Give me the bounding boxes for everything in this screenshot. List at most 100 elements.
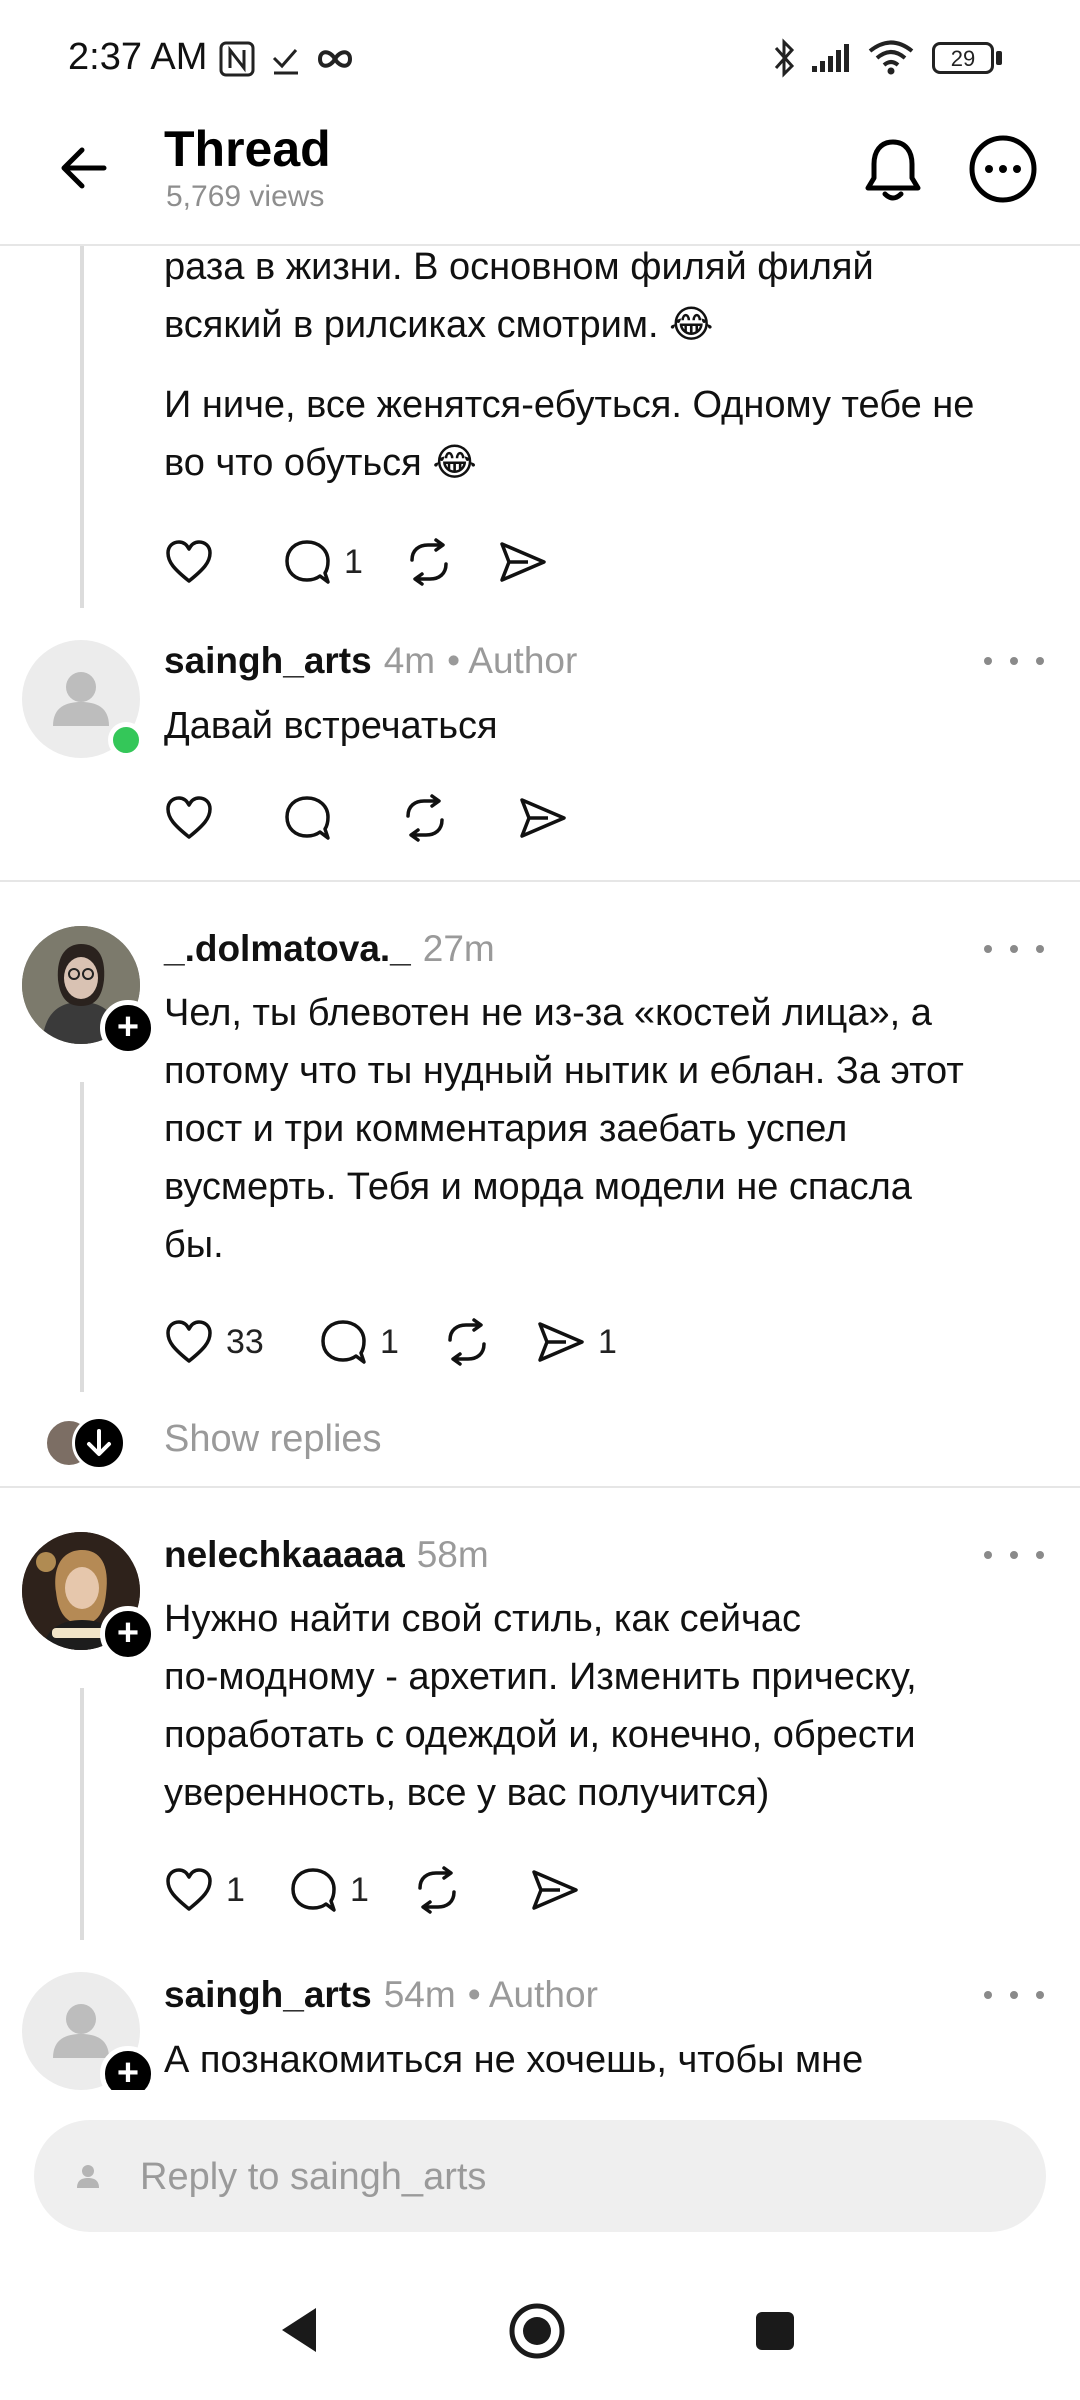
post-text-line: поработать с одеждой и, конечно, обрести — [164, 1714, 916, 1756]
comment-count: 1 — [350, 1870, 369, 1909]
status-bar: 2:37 AM 29 — [0, 0, 1080, 120]
post-more-button[interactable] — [984, 1540, 1044, 1570]
like-count: 33 — [226, 1322, 264, 1361]
post-divider — [0, 880, 1080, 882]
username[interactable]: saingh_arts — [164, 640, 372, 681]
author-tag: • Author — [447, 640, 578, 681]
username[interactable]: nelechkaaaaa — [164, 1534, 405, 1575]
thread-line — [80, 1688, 84, 1940]
check-icon — [272, 49, 298, 75]
nfc-icon — [219, 41, 255, 77]
like-icon[interactable] — [164, 1319, 214, 1365]
post-text-2: И ниче, все женятся-ебуться. Одному тебе… — [164, 376, 974, 492]
battery-level: 29 — [950, 46, 976, 71]
post-text: Давай встречаться — [164, 697, 498, 755]
post-text-line: вусмерть. Тебя и морда модели не спасла — [164, 1166, 912, 1208]
like-icon[interactable] — [164, 795, 214, 841]
post-time: 58m — [416, 1534, 489, 1575]
repost-icon[interactable] — [412, 1866, 462, 1914]
comment-icon[interactable] — [318, 1318, 368, 1366]
post-text-line: уверенность, все у вас получится) — [164, 1772, 770, 1814]
post-text-line: Чел, ты блевотен не из-за «костей лица»,… — [164, 992, 932, 1034]
like-count: 1 — [226, 1870, 245, 1909]
user-icon — [77, 2165, 99, 2188]
show-replies-arrow[interactable] — [72, 1416, 126, 1470]
post-text-line: во что обуться 😂 — [164, 442, 477, 484]
post-text-line: Давай встречаться — [164, 705, 498, 747]
share-icon[interactable] — [530, 1867, 580, 1913]
post-time: 27m — [422, 928, 495, 969]
thread-line — [80, 1082, 84, 1392]
share-icon[interactable] — [536, 1319, 586, 1365]
post-actions: 1 — [164, 534, 548, 590]
post-time: 4m — [383, 640, 436, 681]
comment-icon[interactable] — [288, 1866, 338, 1914]
post-header: saingh_arts 54m • Author — [164, 1974, 598, 2016]
post-header: nelechkaaaaa 58m — [164, 1534, 489, 1576]
infinity-icon — [317, 50, 353, 68]
post-actions: 33 1 1 — [164, 1314, 617, 1370]
comment-icon[interactable] — [282, 538, 332, 586]
follow-button[interactable]: + — [100, 2046, 156, 2090]
post-header: _.dolmatova._ 27m — [164, 928, 495, 970]
share-count: 1 — [598, 1322, 617, 1361]
post-text: А познакомиться не хочешь, чтобы мне — [164, 2031, 863, 2089]
post-more-button[interactable] — [984, 934, 1044, 964]
repost-icon[interactable] — [400, 794, 450, 842]
reply-placeholder: Reply to saingh_arts — [140, 2156, 487, 2198]
bluetooth-icon — [774, 38, 795, 78]
more-options-icon[interactable] — [968, 134, 1038, 204]
page-title: Thread — [164, 121, 331, 177]
post-header: saingh_arts 4m • Author — [164, 640, 577, 682]
bell-icon[interactable] — [862, 136, 924, 204]
share-icon[interactable] — [518, 795, 568, 841]
partial-post: + saingh_arts 54m • Author А познакомиться… — [0, 1960, 1080, 2090]
view-count: 5,769 views — [166, 180, 325, 213]
repost-icon[interactable] — [404, 538, 454, 586]
comment-icon[interactable] — [282, 794, 332, 842]
comment-count: 1 — [344, 542, 363, 581]
post-text-line: Нужно найти свой стиль, как сейчас — [164, 1598, 801, 1640]
username[interactable]: saingh_arts — [164, 1974, 372, 2015]
comment-count: 1 — [380, 1322, 399, 1361]
author-tag: • Author — [467, 1974, 598, 2015]
post-text-line: всякий в рилсиках смотрим. 😂 — [164, 304, 714, 346]
status-time: 2:37 AM — [68, 36, 208, 78]
post-divider — [0, 1486, 1080, 1488]
wifi-icon — [868, 40, 914, 75]
post-more-button[interactable] — [984, 646, 1044, 676]
share-icon[interactable] — [498, 539, 548, 585]
post-text-line: И ниче, все женятся-ебуться. Одному тебе… — [164, 384, 975, 426]
post-actions — [164, 790, 568, 846]
show-replies-link[interactable]: Show replies — [164, 1418, 382, 1461]
follow-button[interactable]: + — [100, 1000, 156, 1056]
thread-line — [80, 246, 84, 608]
back-arrow-icon[interactable] — [56, 140, 112, 196]
battery-icon: 29 — [932, 42, 994, 74]
arrow-down-icon — [87, 1429, 111, 1456]
post-text-line: раза в жизни. В основном филяй филяй — [164, 246, 874, 288]
signal-icon — [812, 44, 849, 72]
online-indicator — [108, 722, 144, 758]
post-text-line: А познакомиться не хочешь, чтобы мне — [164, 2039, 864, 2081]
post-text-line: по-модному - архетип. Изменить прическу, — [164, 1656, 917, 1698]
post-more-button[interactable] — [984, 1980, 1044, 2010]
post-time: 54m — [383, 1974, 456, 2015]
like-icon[interactable] — [164, 539, 214, 585]
username[interactable]: _.dolmatova._ — [164, 928, 411, 969]
home-nav-icon[interactable] — [508, 2302, 566, 2360]
post-text-line: бы. — [164, 1224, 224, 1266]
repost-icon[interactable] — [442, 1318, 492, 1366]
system-nav-bar — [0, 2260, 1080, 2400]
back-nav-icon[interactable] — [276, 2304, 324, 2356]
post-text-line: пост и три комментария заебать успел — [164, 1108, 848, 1150]
recents-nav-icon[interactable] — [754, 2310, 796, 2352]
post-actions: 1 1 — [164, 1862, 580, 1918]
post-text-line: потому что ты нудный нытик и еблан. За э… — [164, 1050, 964, 1092]
post-text: раза в жизни. В основном филяй филяй вся… — [164, 238, 874, 354]
like-icon[interactable] — [164, 1867, 214, 1913]
post-text: Нужно найти свой стиль, как сейчас по-мо… — [164, 1590, 917, 1822]
battery-tip — [996, 51, 1002, 65]
post-text: Чел, ты блевотен не из-за «костей лица»,… — [164, 984, 964, 1274]
follow-button[interactable]: + — [100, 1606, 156, 1662]
